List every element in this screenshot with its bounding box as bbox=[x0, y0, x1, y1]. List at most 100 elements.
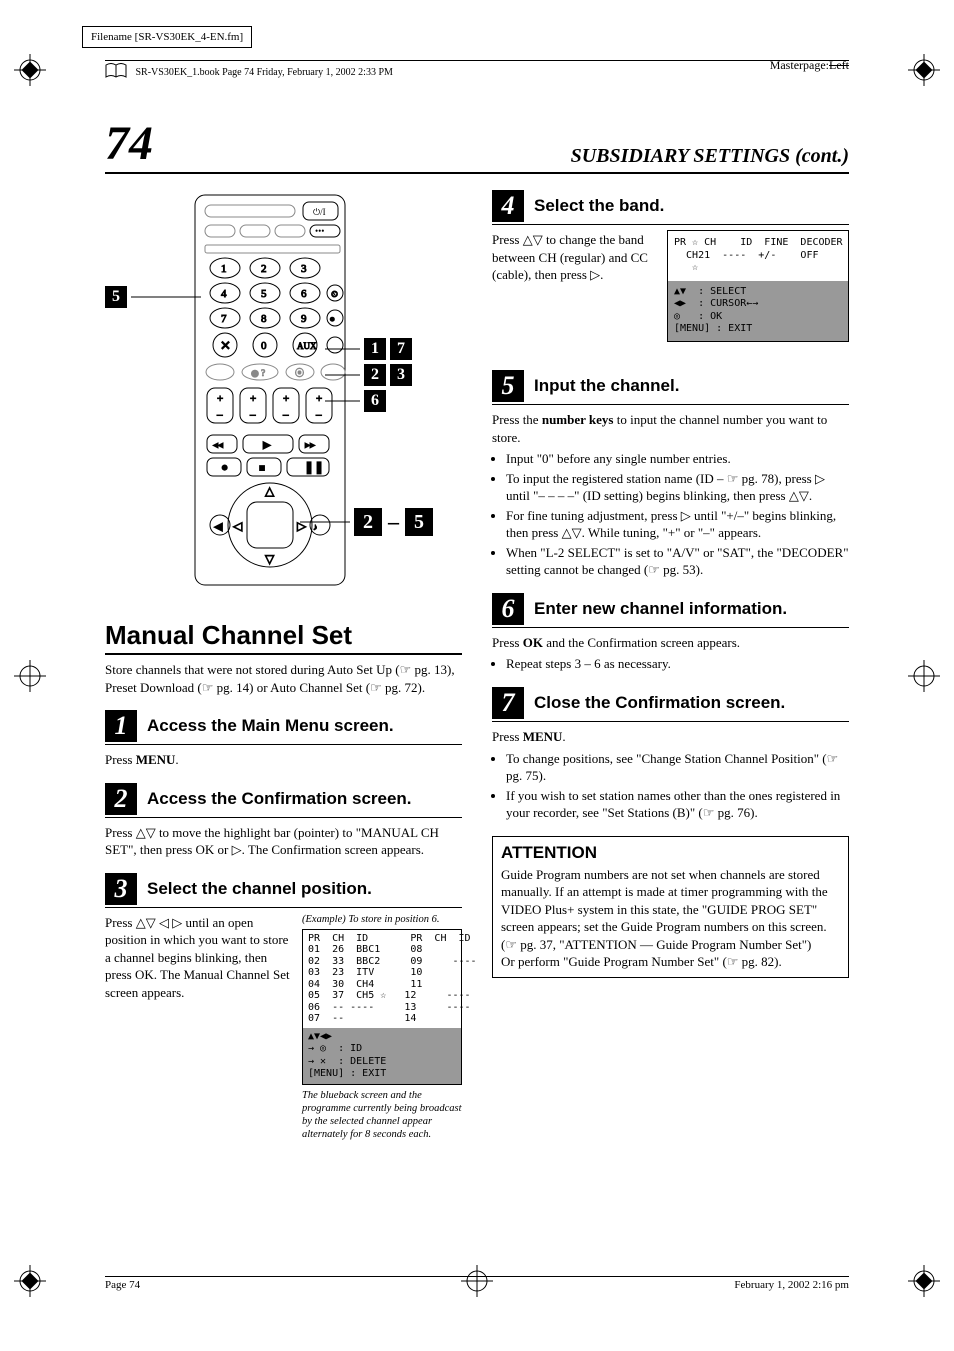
remote-callout-r3: 6 bbox=[360, 390, 386, 412]
svg-text:4: 4 bbox=[221, 288, 227, 300]
key-name: MENU bbox=[523, 729, 563, 744]
svg-text:◁: ◁ bbox=[233, 519, 243, 533]
step-5: 5 Input the channel. Press the number ke… bbox=[492, 370, 849, 579]
svg-text:5: 5 bbox=[261, 288, 267, 300]
step-body: Press △▽ to change the band between CH (… bbox=[492, 231, 652, 284]
remote-callout-r4: 2 – 5 bbox=[350, 508, 433, 536]
list-item: Input "0" before any single number entri… bbox=[506, 450, 849, 468]
leader-line-icon bbox=[325, 348, 360, 350]
step-3: 3 Select the channel position. Press △▽ … bbox=[105, 873, 462, 1142]
step-title: Access the Confirmation screen. bbox=[147, 789, 412, 809]
svg-text:–: – bbox=[315, 409, 322, 421]
crop-mark-icon bbox=[908, 660, 940, 692]
svg-text:⏻/I: ⏻/I bbox=[313, 207, 326, 217]
svg-text:AUX: AUX bbox=[297, 341, 317, 351]
footer-right: February 1, 2002 2:16 pm bbox=[734, 1279, 849, 1291]
svg-text:9: 9 bbox=[301, 313, 307, 325]
page-number: 74 bbox=[105, 120, 153, 168]
leader-line-icon bbox=[300, 521, 350, 523]
svg-text:◂◂: ◂◂ bbox=[213, 440, 223, 451]
osd-top: PR ☆ CH ID FINE DECODER CH21 ---- +/- OF… bbox=[668, 231, 848, 281]
example-label: (Example) To store in position 6. bbox=[302, 914, 462, 925]
svg-text:△: △ bbox=[265, 484, 275, 498]
list-item: For fine tuning adjustment, press ▷ unti… bbox=[506, 507, 849, 542]
svg-text:▽: ▽ bbox=[265, 552, 275, 566]
svg-text:⏲: ⏲ bbox=[331, 289, 338, 299]
svg-text:◉ ?: ◉ ? bbox=[251, 368, 265, 378]
step-body: Press △▽ ◁ ▷ until an open position in w… bbox=[105, 914, 292, 1142]
svg-text:–: – bbox=[249, 409, 256, 421]
attention-body2: Or perform "Guide Program Number Set" (☞… bbox=[501, 953, 840, 971]
svg-text:✕: ✕ bbox=[220, 338, 231, 353]
svg-text:+: + bbox=[250, 393, 256, 405]
list-item: When "L-2 SELECT" is set to "A/V" or "SA… bbox=[506, 544, 849, 579]
step-text: Press bbox=[492, 729, 523, 744]
svg-text:–: – bbox=[216, 409, 223, 421]
svg-text:●: ● bbox=[221, 460, 228, 474]
crop-mark-icon bbox=[14, 660, 46, 692]
list-item: To change positions, see "Change Station… bbox=[506, 750, 849, 785]
callout-num: 1 bbox=[364, 338, 386, 360]
step-7: 7 Close the Confirmation screen. Press M… bbox=[492, 687, 849, 822]
figure-caption: The blueback screen and the programme cu… bbox=[302, 1089, 462, 1142]
footer-left: Page 74 bbox=[105, 1279, 140, 1291]
osd-screen-diagram: PR ☆ CH ID FINE DECODER CH21 ---- +/- OF… bbox=[667, 230, 849, 342]
svg-text:6: 6 bbox=[301, 288, 307, 300]
attention-body: Guide Program numbers are not set when c… bbox=[501, 866, 840, 954]
footer: Page 74 February 1, 2002 2:16 pm bbox=[105, 1276, 849, 1291]
remote-callout-left: 5 bbox=[105, 286, 201, 308]
svg-text:0: 0 bbox=[261, 340, 267, 352]
key-name: number keys bbox=[542, 412, 614, 427]
svg-text:+: + bbox=[217, 393, 223, 405]
callout-num: 3 bbox=[390, 364, 412, 386]
list-item: Repeat steps 3 – 6 as necessary. bbox=[506, 655, 849, 673]
book-icon bbox=[105, 63, 127, 82]
svg-text:♪: ♪ bbox=[313, 522, 318, 532]
svg-text:▶: ▶ bbox=[263, 440, 271, 451]
step-number: 6 bbox=[492, 593, 524, 625]
step-body: Press the number keys to input the chann… bbox=[492, 411, 849, 579]
step-number: 3 bbox=[105, 873, 137, 905]
step-6: 6 Enter new channel information. Press O… bbox=[492, 593, 849, 673]
list-item: To input the registered station name (ID… bbox=[506, 470, 849, 505]
step-text: Press the bbox=[492, 412, 542, 427]
step-number: 4 bbox=[492, 190, 524, 222]
step-title: Close the Confirmation screen. bbox=[534, 693, 785, 713]
step-4: 4 Select the band. Press △▽ to change th… bbox=[492, 190, 849, 340]
svg-text:8: 8 bbox=[261, 313, 267, 325]
callout-num: 5 bbox=[405, 508, 433, 536]
callout-num: 6 bbox=[364, 390, 386, 412]
svg-text:◀: ◀ bbox=[214, 521, 223, 533]
leader-line-icon bbox=[325, 400, 360, 402]
step-body: Press MENU. bbox=[105, 751, 462, 769]
filename-box: Filename [SR-VS30EK_4-EN.fm] bbox=[82, 26, 252, 48]
step-text: . bbox=[175, 752, 178, 767]
step-title: Enter new channel information. bbox=[534, 599, 787, 619]
crop-mark-icon bbox=[14, 1265, 46, 1297]
remote-callout-r1: 1 7 bbox=[360, 338, 412, 360]
svg-text:1: 1 bbox=[221, 263, 227, 275]
step-number: 1 bbox=[105, 710, 137, 742]
svg-text:+: + bbox=[283, 393, 289, 405]
list-item: If you wish to set station names other t… bbox=[506, 787, 849, 822]
remote-callout-r2: 2 3 bbox=[360, 364, 412, 386]
remote-control-icon: ⏻/I ••• 1 2 3 4 5 6 bbox=[185, 190, 355, 590]
step-title: Input the channel. bbox=[534, 376, 679, 396]
svg-text:•••: ••• bbox=[315, 226, 324, 236]
svg-text:❚❚: ❚❚ bbox=[304, 460, 324, 474]
bookline-text: SR-VS30EK_1.book Page 74 Friday, Februar… bbox=[136, 67, 393, 78]
step-text: . bbox=[562, 729, 565, 744]
crop-mark-icon bbox=[908, 1265, 940, 1297]
step-number: 7 bbox=[492, 687, 524, 719]
attention-box: ATTENTION Guide Program numbers are not … bbox=[492, 836, 849, 978]
svg-text:+: + bbox=[316, 393, 322, 405]
svg-text:⏺: ⏺ bbox=[330, 314, 335, 324]
key-name: MENU bbox=[136, 752, 176, 767]
section-title: SUBSIDIARY SETTINGS (cont.) bbox=[571, 145, 849, 168]
osd-top: PR CH ID PR CH ID 01 26 BBC1 08 02 33 BB… bbox=[303, 930, 461, 1028]
svg-text:■: ■ bbox=[259, 463, 265, 474]
svg-text:3: 3 bbox=[301, 263, 307, 275]
step-number: 5 bbox=[492, 370, 524, 402]
step-text: and the Confirmation screen appears. bbox=[543, 635, 740, 650]
callout-num: 5 bbox=[105, 286, 127, 308]
